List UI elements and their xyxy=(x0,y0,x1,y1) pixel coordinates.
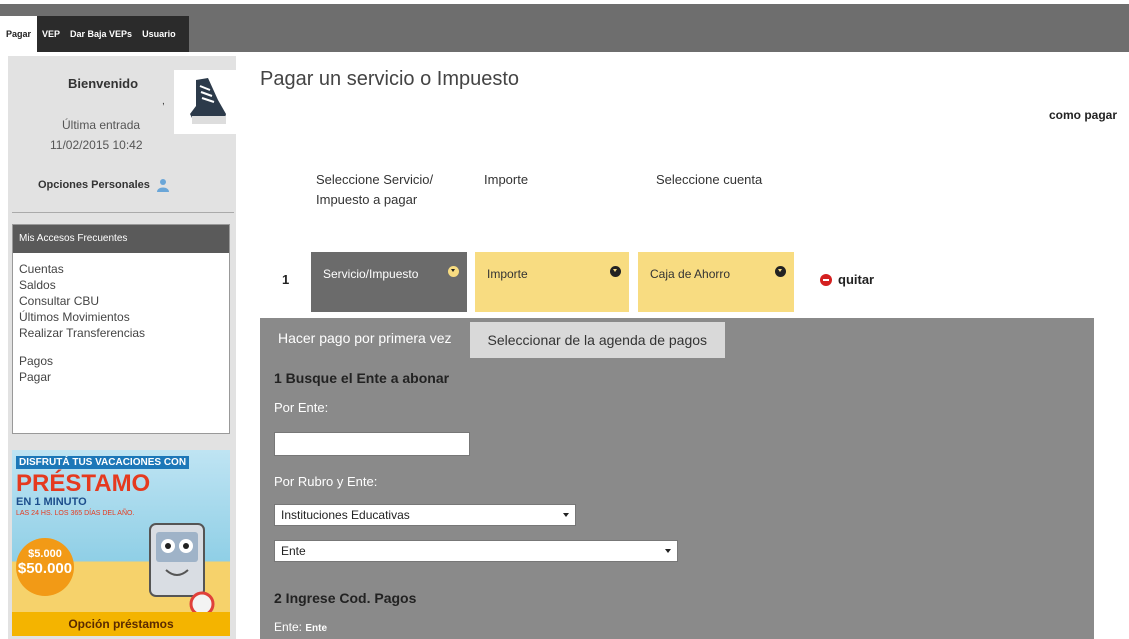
amount-select-label: Importe xyxy=(487,267,528,281)
tab-pagar[interactable]: Pagar xyxy=(0,16,38,52)
entity-select-value: Ente xyxy=(281,544,306,558)
computer-mascot-icon xyxy=(149,523,215,617)
section2-title: 2 Ingrese Cod. Pagos xyxy=(274,590,417,606)
entity-select[interactable]: Ente xyxy=(274,540,678,562)
welcome-box: Bienvenido , Última entrada 11/02/2015 1… xyxy=(8,56,236,204)
category-select-value: Instituciones Educativas xyxy=(281,508,410,522)
chevron-down-icon xyxy=(563,513,569,517)
main-content: Pagar un servicio o Impuesto como pagar … xyxy=(260,56,1129,639)
category-select[interactable]: Instituciones Educativas xyxy=(274,504,576,526)
promo-amount2: $50.000 xyxy=(17,560,73,577)
panel-tabs: Hacer pago por primera vez Seleccionar d… xyxy=(260,318,726,358)
top-tabs: Pagar VEP Dar Baja VEPs Usuario xyxy=(0,16,189,52)
fav-item-pagar[interactable]: Pagar xyxy=(19,369,229,385)
remove-label: quitar xyxy=(838,272,875,287)
account-select-label: Caja de Ahorro xyxy=(650,267,731,281)
sidebar: Bienvenido , Última entrada 11/02/2015 1… xyxy=(8,56,236,639)
fav-item-consultar-cbu[interactable]: Consultar CBU xyxy=(19,293,229,309)
search-entity-panel: Hacer pago por primera vez Seleccionar d… xyxy=(260,318,1094,639)
service-select-label: Servicio/Impuesto xyxy=(323,267,419,281)
promo-line2: PRÉSTAMO xyxy=(16,470,151,497)
fav-item-ultimos-movimientos[interactable]: Últimos Movimientos xyxy=(19,309,229,325)
frequent-access-box: Mis Accesos Frecuentes Cuentas Saldos Co… xyxy=(12,224,230,434)
step-service-label: Seleccione Servicio/ Impuesto a pagar xyxy=(316,172,434,207)
tab-dar-baja-veps[interactable]: Dar Baja VEPs xyxy=(65,29,137,39)
frequent-access-list: Cuentas Saldos Consultar CBU Últimos Mov… xyxy=(13,253,229,385)
fav-item-cuentas[interactable]: Cuentas xyxy=(19,261,229,277)
promo-line3: EN 1 MINUTO xyxy=(16,496,87,508)
personal-options-label: Opciones Personales xyxy=(38,179,150,191)
chevron-down-icon xyxy=(665,549,671,553)
last-login-date: 11/02/2015 10:42 xyxy=(50,138,143,152)
chevron-down-icon xyxy=(610,266,621,277)
remove-icon xyxy=(820,273,832,286)
frequent-access-title: Mis Accesos Frecuentes xyxy=(13,225,229,253)
remove-row-button[interactable]: quitar xyxy=(820,272,874,287)
sneaker-icon xyxy=(190,78,226,124)
tab-payment-agenda[interactable]: Seleccionar de la agenda de pagos xyxy=(469,322,726,358)
welcome-heading: Bienvenido xyxy=(68,76,139,91)
promo-line1: DISFRUTÁ TUS VACACIONES CON xyxy=(16,456,190,469)
avatar xyxy=(174,70,236,134)
ente-label: Ente: xyxy=(274,620,303,634)
step-account-label: Seleccione cuenta xyxy=(656,172,763,187)
fav-item-realizar-transferencias[interactable]: Realizar Transferencias xyxy=(19,325,229,341)
fav-item-saldos[interactable]: Saldos xyxy=(19,277,229,293)
by-entity-label: Por Ente: xyxy=(274,400,329,415)
ente-summary: Ente: Ente xyxy=(274,620,327,634)
service-select[interactable]: Servicio/Impuesto xyxy=(311,252,467,312)
user-icon xyxy=(156,179,169,192)
ente-value: Ente xyxy=(305,623,328,634)
fav-item-pagos[interactable]: Pagos xyxy=(19,353,229,369)
row-number: 1 xyxy=(282,272,290,287)
tab-usuario[interactable]: Usuario xyxy=(137,29,181,39)
top-navigation-bar: Pagar VEP Dar Baja VEPs Usuario xyxy=(0,0,1129,52)
promo-line4: LAS 24 HS. LOS 365 DÍAS DEL AÑO. xyxy=(16,510,135,517)
personal-options-link[interactable]: Opciones Personales xyxy=(38,178,170,192)
sidebar-divider xyxy=(12,212,234,213)
chevron-down-icon xyxy=(448,266,459,277)
amount-select[interactable]: Importe xyxy=(475,252,629,312)
by-category-label: Por Rubro y Ente: xyxy=(274,474,378,489)
account-select[interactable]: Caja de Ahorro xyxy=(638,252,794,312)
promo-footer: Opción préstamos xyxy=(12,612,230,636)
how-to-pay-link[interactable]: como pagar xyxy=(1049,108,1117,122)
entity-search-input[interactable] xyxy=(274,432,470,456)
loan-promo-banner[interactable]: DISFRUTÁ TUS VACACIONES CON PRÉSTAMO EN … xyxy=(12,450,230,636)
step-amount-label: Importe xyxy=(484,172,529,187)
last-login-label: Última entrada xyxy=(62,118,141,132)
promo-amount1: $5.000 xyxy=(28,548,62,560)
user-name: , xyxy=(162,96,165,107)
payment-row: 1 Servicio/Impuesto Importe Caja de Ahor… xyxy=(260,252,1129,312)
section1-title: 1 Busque el Ente a abonar xyxy=(274,370,450,386)
tab-first-payment[interactable]: Hacer pago por primera vez xyxy=(260,318,470,358)
promo-amount-badge: $5.000 $50.000 xyxy=(16,538,74,596)
chevron-down-icon xyxy=(775,266,786,277)
page-title: Pagar un servicio o Impuesto xyxy=(260,68,520,90)
tab-vep[interactable]: VEP xyxy=(37,29,65,39)
